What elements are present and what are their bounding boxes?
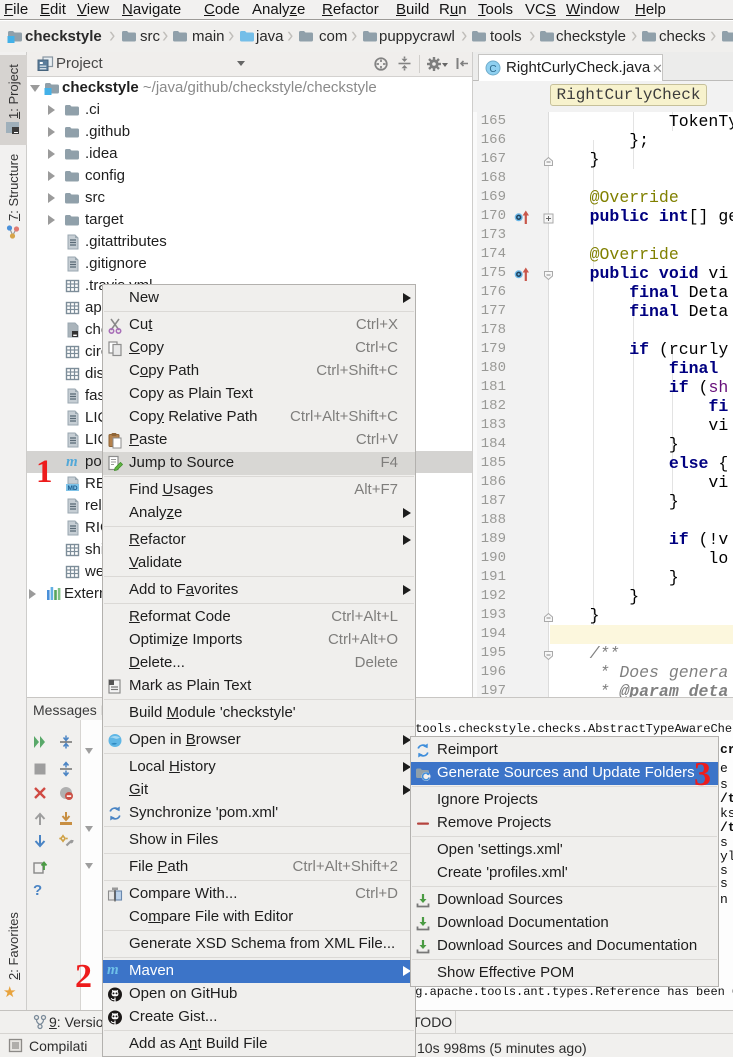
svg-text:C: C — [489, 64, 496, 75]
svg-text:MD: MD — [67, 485, 77, 492]
